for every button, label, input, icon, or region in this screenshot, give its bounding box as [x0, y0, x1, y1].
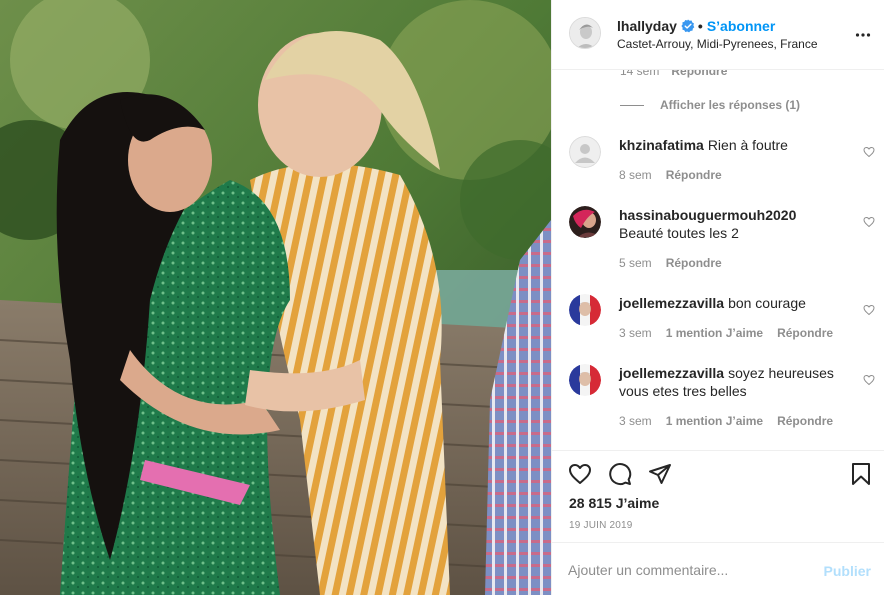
reply-button[interactable]: Répondre [666, 168, 722, 182]
view-replies-button[interactable]: Afficher les réponses (1) [620, 98, 800, 112]
view-replies-label: Afficher les réponses (1) [660, 98, 801, 112]
add-comment-bar: Publier [552, 542, 884, 595]
comment-input[interactable] [568, 560, 808, 580]
publish-button[interactable]: Publier [824, 563, 871, 579]
post-image[interactable] [0, 0, 551, 595]
comment-text: bon courage [728, 295, 806, 311]
avatar-image [570, 18, 600, 48]
heart-icon[interactable] [863, 215, 875, 228]
comment-body: hassinabouguermouh2020 Beauté toutes les … [619, 206, 849, 242]
comment-time: 3 sem [619, 326, 652, 340]
author-line: lhallyday • S’abonner [617, 18, 775, 34]
commenter-avatar[interactable] [569, 294, 601, 326]
comment-likes[interactable]: 1 mention J’aime [666, 414, 763, 428]
comment-time: 3 sem [619, 414, 652, 428]
post-date[interactable]: 19 JUIN 2019 [569, 520, 633, 531]
comment-time: 8 sem [619, 168, 652, 182]
verified-badge-icon [681, 19, 695, 33]
previous-comment-meta: 14 sem Répondre [620, 70, 727, 78]
reply-button[interactable]: Répondre [777, 414, 833, 428]
commenter-avatar[interactable] [569, 206, 601, 238]
bookmark-icon[interactable] [849, 462, 873, 486]
comment-likes[interactable]: 1 mention J’aime [666, 326, 763, 340]
replies-divider [620, 105, 644, 107]
comment-time: 14 sem [620, 70, 660, 78]
commenter-avatar[interactable] [569, 136, 601, 168]
post-side-panel: lhallyday • S’abonner Castet-Arrouy, Midi-… [551, 0, 884, 595]
comment-body: joellemezzavilla bon courage [619, 294, 849, 312]
author-username[interactable]: lhallyday [617, 18, 677, 34]
heart-icon[interactable] [863, 145, 875, 158]
post-header: lhallyday • S’abonner Castet-Arrouy, Midi-… [552, 0, 884, 70]
comment-username[interactable]: joellemezzavilla [619, 365, 724, 381]
comment-username[interactable]: khzinafatima [619, 137, 704, 153]
comment-text: Rien à foutre [707, 137, 788, 153]
comment-body: joellemezzavilla soyez heureuses vous ete… [619, 364, 849, 400]
reply-button[interactable]: Répondre [777, 326, 833, 340]
heart-icon[interactable] [568, 462, 592, 486]
reply-button[interactable]: Répondre [671, 70, 727, 78]
comment-icon[interactable] [608, 462, 632, 486]
comments-list[interactable]: 14 sem Répondre Afficher les réponses (1)… [552, 70, 884, 450]
comment-text: Beauté toutes les 2 [619, 225, 739, 241]
likes-count[interactable]: 28 815 J’aime [569, 495, 659, 511]
header-separator: • [697, 18, 703, 34]
comment-time: 5 sem [619, 256, 652, 270]
heart-icon[interactable] [863, 373, 875, 386]
comment-meta: 3 sem 1 mention J’aime Répondre [619, 414, 833, 428]
heart-icon[interactable] [863, 303, 875, 316]
post-photo [0, 0, 551, 595]
comment-username[interactable]: joellemezzavilla [619, 295, 724, 311]
follow-button[interactable]: S’abonner [707, 18, 775, 34]
comment-username[interactable]: hassinabouguermouh2020 [619, 207, 796, 223]
author-avatar[interactable] [569, 17, 601, 49]
comment-meta: 5 sem Répondre [619, 256, 722, 270]
share-icon[interactable] [648, 462, 672, 486]
comment-meta: 8 sem Répondre [619, 168, 722, 182]
commenter-avatar[interactable] [569, 364, 601, 396]
comment-body: khzinafatima Rien à foutre [619, 136, 849, 154]
post-location[interactable]: Castet-Arrouy, Midi-Pyrenees, France [617, 37, 818, 51]
reply-button[interactable]: Répondre [666, 256, 722, 270]
post-actions: 28 815 J’aime 19 JUIN 2019 [552, 450, 884, 542]
more-options-icon[interactable] [855, 27, 871, 43]
comment-meta: 3 sem 1 mention J’aime Répondre [619, 326, 833, 340]
